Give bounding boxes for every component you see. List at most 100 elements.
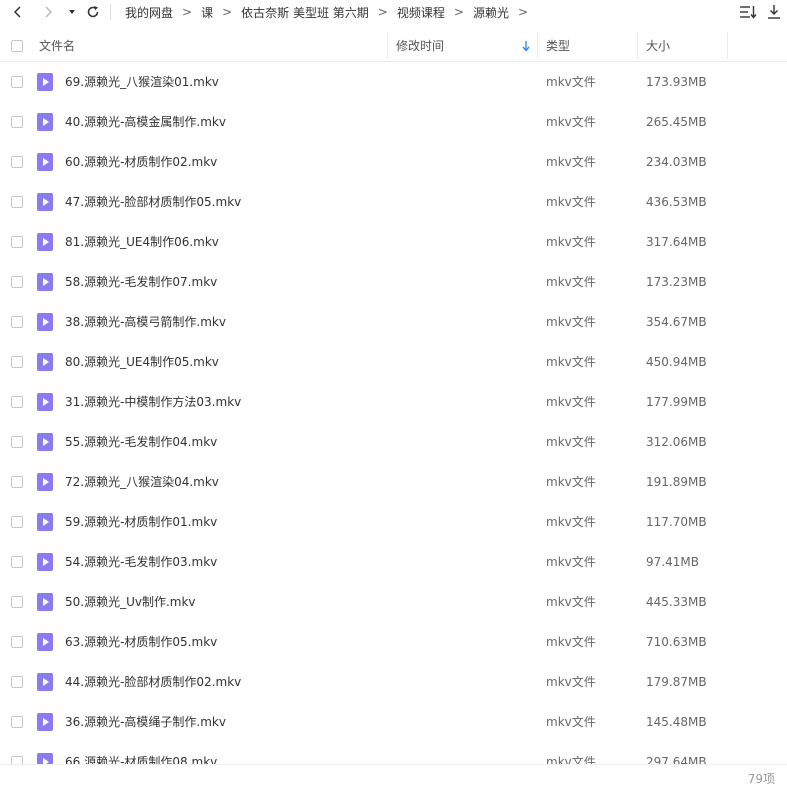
file-name[interactable]: 36.源赖光-高模绳子制作.mkv	[65, 702, 226, 742]
table-row[interactable]: 47.源赖光-脸部材质制作05.mkv mkv文件 436.53MB	[0, 182, 787, 222]
file-name[interactable]: 81.源赖光_UE4制作06.mkv	[65, 222, 219, 262]
row-checkbox[interactable]	[11, 676, 23, 688]
file-name[interactable]: 31.源赖光-中模制作方法03.mkv	[65, 382, 241, 422]
breadcrumb-item[interactable]: 课	[201, 4, 213, 21]
select-all-checkbox[interactable]	[11, 40, 23, 52]
row-checkbox[interactable]	[11, 636, 23, 648]
table-row[interactable]: 31.源赖光-中模制作方法03.mkv mkv文件 177.99MB	[0, 382, 787, 422]
table-row[interactable]: 50.源赖光_Uv制作.mkv mkv文件 445.33MB	[0, 582, 787, 622]
forward-button[interactable]	[38, 2, 58, 22]
row-checkbox[interactable]	[11, 156, 23, 168]
back-button[interactable]	[8, 2, 28, 22]
file-name[interactable]: 59.源赖光-材质制作01.mkv	[65, 502, 217, 542]
column-divider[interactable]	[537, 32, 538, 59]
row-checkbox[interactable]	[11, 756, 23, 764]
file-name[interactable]: 44.源赖光-脸部材质制作02.mkv	[65, 662, 241, 702]
row-checkbox[interactable]	[11, 716, 23, 728]
row-checkbox[interactable]	[11, 76, 23, 88]
table-row[interactable]: 54.源赖光-毛发制作03.mkv mkv文件 97.41MB	[0, 542, 787, 582]
file-size: 179.87MB	[646, 675, 707, 689]
file-type: mkv文件	[546, 755, 596, 764]
table-row[interactable]: 69.源赖光_八猴渲染01.mkv mkv文件 173.93MB	[0, 62, 787, 102]
file-name[interactable]: 72.源赖光_八猴渲染04.mkv	[65, 462, 219, 502]
refresh-button[interactable]	[83, 2, 103, 22]
row-checkbox[interactable]	[11, 236, 23, 248]
file-size: 312.06MB	[646, 435, 707, 449]
file-name[interactable]: 60.源赖光-材质制作02.mkv	[65, 142, 217, 182]
column-size[interactable]: 大小	[646, 30, 670, 61]
file-size: 436.53MB	[646, 195, 707, 209]
row-checkbox[interactable]	[11, 316, 23, 328]
file-type: mkv文件	[546, 275, 596, 289]
sort-down-arrow-icon	[522, 41, 530, 52]
breadcrumb-item[interactable]: 我的网盘	[125, 4, 173, 21]
history-dropdown-button[interactable]	[62, 2, 82, 22]
file-name[interactable]: 80.源赖光_UE4制作05.mkv	[65, 342, 219, 382]
table-row[interactable]: 36.源赖光-高模绳子制作.mkv mkv文件 145.48MB	[0, 702, 787, 742]
video-file-icon	[37, 753, 53, 764]
download-button[interactable]	[764, 3, 784, 21]
file-name[interactable]: 40.源赖光-高模金属制作.mkv	[65, 102, 226, 142]
file-type: mkv文件	[546, 555, 596, 569]
file-name[interactable]: 69.源赖光_八猴渲染01.mkv	[65, 62, 219, 102]
file-size: 177.99MB	[646, 395, 707, 409]
column-modified[interactable]: 修改时间	[396, 30, 444, 61]
file-size: 191.89MB	[646, 475, 707, 489]
column-divider[interactable]	[727, 32, 728, 59]
row-checkbox[interactable]	[11, 196, 23, 208]
file-name[interactable]: 63.源赖光-材质制作05.mkv	[65, 622, 217, 662]
file-size: 97.41MB	[646, 555, 699, 569]
file-name[interactable]: 55.源赖光-毛发制作04.mkv	[65, 422, 217, 462]
row-checkbox[interactable]	[11, 116, 23, 128]
sort-button[interactable]	[738, 3, 758, 21]
video-file-icon	[37, 153, 53, 171]
table-row[interactable]: 44.源赖光-脸部材质制作02.mkv mkv文件 179.87MB	[0, 662, 787, 702]
file-type: mkv文件	[546, 155, 596, 169]
breadcrumb-item[interactable]: 依古奈斯 美型班 第六期	[241, 4, 369, 21]
table-row[interactable]: 60.源赖光-材质制作02.mkv mkv文件 234.03MB	[0, 142, 787, 182]
file-type: mkv文件	[546, 515, 596, 529]
row-checkbox[interactable]	[11, 356, 23, 368]
column-divider[interactable]	[637, 32, 638, 59]
file-name[interactable]: 54.源赖光-毛发制作03.mkv	[65, 542, 217, 582]
table-row[interactable]: 66.源赖光-材质制作08.mkv mkv文件 297.64MB	[0, 742, 787, 764]
file-type: mkv文件	[546, 595, 596, 609]
column-divider[interactable]	[387, 32, 388, 59]
file-type: mkv文件	[546, 355, 596, 369]
table-row[interactable]: 55.源赖光-毛发制作04.mkv mkv文件 312.06MB	[0, 422, 787, 462]
row-checkbox[interactable]	[11, 396, 23, 408]
file-name[interactable]: 58.源赖光-毛发制作07.mkv	[65, 262, 217, 302]
file-name[interactable]: 38.源赖光-高模弓箭制作.mkv	[65, 302, 226, 342]
video-file-icon	[37, 353, 53, 371]
chevron-left-icon	[13, 6, 21, 18]
row-checkbox[interactable]	[11, 276, 23, 288]
row-checkbox[interactable]	[11, 516, 23, 528]
breadcrumb: 我的网盘 > 课 > 依古奈斯 美型班 第六期 > 视频课程 > 源赖光 >	[110, 0, 537, 24]
breadcrumb-item[interactable]: 源赖光	[473, 4, 509, 21]
table-row[interactable]: 63.源赖光-材质制作05.mkv mkv文件 710.63MB	[0, 622, 787, 662]
table-row[interactable]: 72.源赖光_八猴渲染04.mkv mkv文件 191.89MB	[0, 462, 787, 502]
column-name[interactable]: 文件名	[39, 30, 75, 61]
table-row[interactable]: 59.源赖光-材质制作01.mkv mkv文件 117.70MB	[0, 502, 787, 542]
table-row[interactable]: 38.源赖光-高模弓箭制作.mkv mkv文件 354.67MB	[0, 302, 787, 342]
row-checkbox[interactable]	[11, 596, 23, 608]
file-name[interactable]: 66.源赖光-材质制作08.mkv	[65, 742, 217, 764]
breadcrumb-item[interactable]: 视频课程	[397, 4, 445, 21]
file-name[interactable]: 47.源赖光-脸部材质制作05.mkv	[65, 182, 241, 222]
video-file-icon	[37, 393, 53, 411]
table-row[interactable]: 80.源赖光_UE4制作05.mkv mkv文件 450.94MB	[0, 342, 787, 382]
table-row[interactable]: 81.源赖光_UE4制作06.mkv mkv文件 317.64MB	[0, 222, 787, 262]
column-type[interactable]: 类型	[546, 30, 570, 61]
row-checkbox[interactable]	[11, 556, 23, 568]
file-type: mkv文件	[546, 475, 596, 489]
row-checkbox[interactable]	[11, 476, 23, 488]
row-checkbox[interactable]	[11, 436, 23, 448]
file-type: mkv文件	[546, 115, 596, 129]
video-file-icon	[37, 433, 53, 451]
file-type: mkv文件	[546, 635, 596, 649]
file-size: 354.67MB	[646, 315, 707, 329]
table-row[interactable]: 40.源赖光-高模金属制作.mkv mkv文件 265.45MB	[0, 102, 787, 142]
table-row[interactable]: 58.源赖光-毛发制作07.mkv mkv文件 173.23MB	[0, 262, 787, 302]
file-name[interactable]: 50.源赖光_Uv制作.mkv	[65, 582, 196, 622]
sort-list-icon	[740, 6, 757, 19]
